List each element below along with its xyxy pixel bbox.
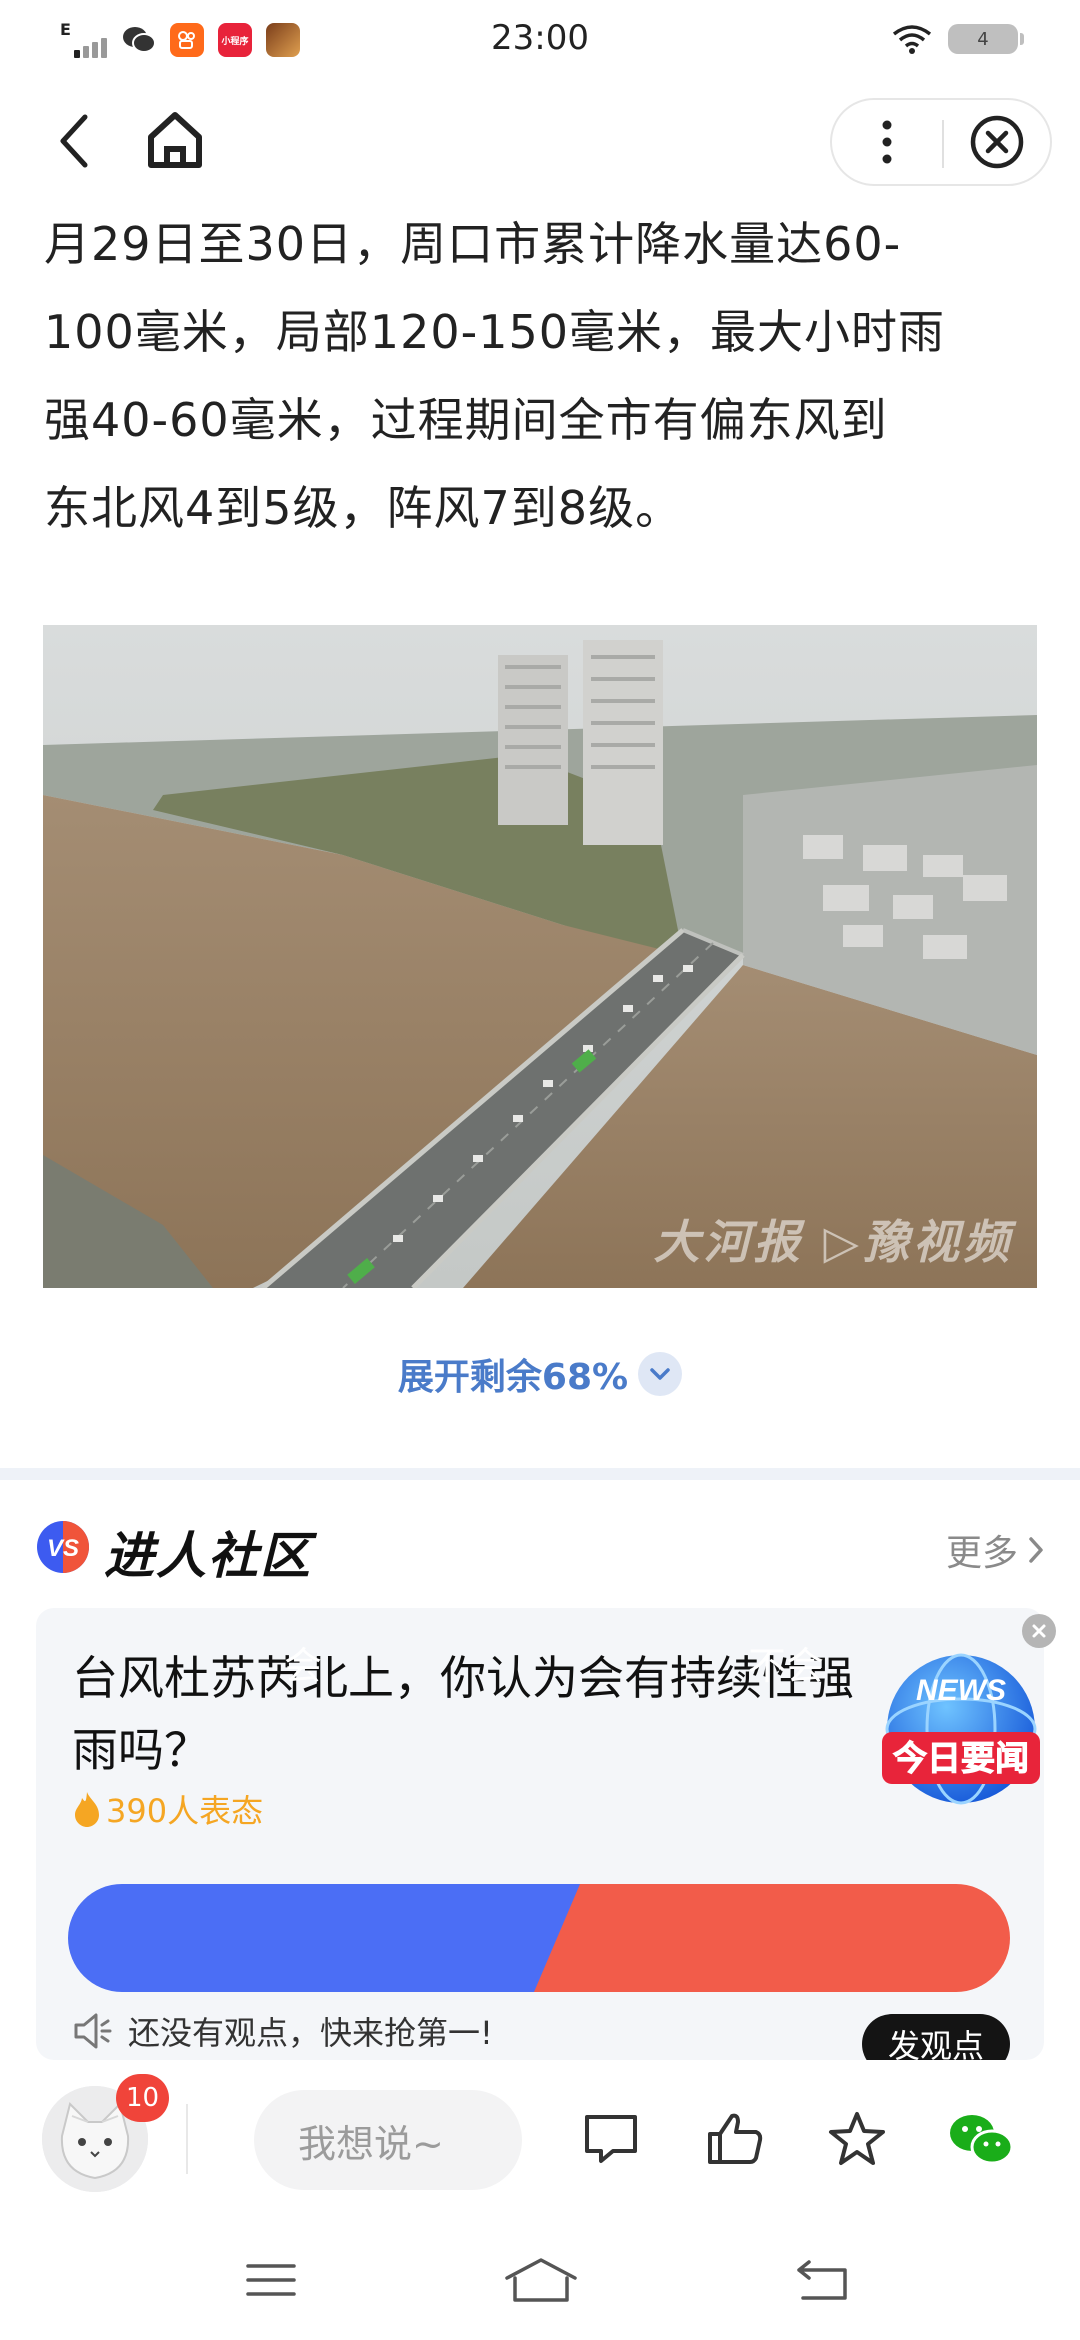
system-nav-bar (0, 2214, 1080, 2340)
expand-label: 展开剩余68% (397, 1357, 629, 1398)
status-right: 4 (892, 24, 1024, 54)
home-button[interactable] (140, 102, 210, 178)
wechat-icon (950, 2115, 1014, 2165)
article-photo[interactable]: 大河报 ▷豫视频 (43, 625, 1037, 1288)
back-button[interactable] (44, 108, 104, 174)
opinion-prompt: 还没有观点，快来抢第一! (72, 2008, 493, 2054)
news-badge[interactable]: NEWS 今日要闻 (880, 1648, 1042, 1810)
article-line: 100毫米，局部120-150毫米，最大小时雨 (44, 305, 945, 359)
article-body: 月29日至30日，周口市累计降水量达60- 100毫米，局部120-150毫米，… (44, 200, 1044, 552)
svg-text:VS: VS (47, 1535, 79, 1562)
article-line: 强40-60毫米，过程期间全市有偏东风到 (44, 393, 888, 447)
vote-yes-label: 会 (283, 1643, 322, 1688)
vote-yes-button[interactable] (68, 1884, 584, 1992)
poll-question-line: 雨吗？ (72, 1723, 210, 1777)
community-header: VS 进人社区 更多 (30, 1512, 1050, 1585)
participants-label: 390人表态 (106, 1792, 264, 1830)
article-line: 东北风4到5级，阵风7到8级。 (44, 481, 683, 535)
star-icon (829, 2112, 885, 2165)
chevron-left-icon (60, 114, 88, 168)
dismiss-badge-button[interactable] (1022, 1614, 1056, 1648)
chevron-down-icon (638, 1352, 683, 1396)
close-circle-icon (970, 115, 1024, 169)
notification-badge: 10 (116, 2074, 170, 2122)
comment-icon (585, 2115, 637, 2163)
favorite-button[interactable] (822, 2106, 892, 2172)
like-button[interactable] (700, 2106, 770, 2172)
bottom-divider (186, 2104, 188, 2174)
article-line: 月29日至30日，周口市累计降水量达60- (44, 217, 902, 271)
wechat-share-button[interactable] (946, 2106, 1016, 2172)
flood-bridge-photo (43, 625, 1037, 1288)
fire-icon (75, 1792, 99, 1827)
comment-button[interactable] (576, 2106, 646, 2172)
section-separator (0, 1468, 1080, 1480)
status-bar: E 小程序 23:00 4 (0, 0, 1080, 84)
vs-logo-icon: VS (37, 1521, 89, 1573)
nav-bar (0, 92, 1080, 192)
svg-text:NEWS: NEWS (916, 1674, 1006, 1707)
home-outline-icon (505, 2258, 577, 2302)
community-more-link[interactable]: 更多 (946, 1524, 1044, 1576)
like-icon (708, 2113, 763, 2164)
vote-no-button[interactable] (534, 1884, 1010, 1992)
close-button[interactable] (944, 100, 1050, 184)
bottom-action-bar: 10 我想说~ (0, 2064, 1080, 2214)
menu-icon (246, 2264, 296, 2296)
home-icon (148, 112, 202, 168)
megaphone-icon (74, 2013, 112, 2049)
more-button[interactable] (832, 100, 942, 184)
more-label: 更多 (945, 1533, 1018, 1574)
wifi-icon (892, 25, 932, 54)
news-globe-icon: NEWS 今日要闻 (882, 1653, 1040, 1805)
back-arrow-icon (797, 2260, 847, 2300)
post-opinion-button[interactable]: 发观点 (862, 2014, 1010, 2060)
comment-input[interactable]: 我想说~ (254, 2090, 522, 2190)
recents-button[interactable] (226, 2250, 316, 2310)
expand-more-button[interactable]: 展开剩余68% (0, 1348, 1080, 1400)
system-home-button[interactable] (496, 2250, 586, 2310)
chevron-right-icon (1029, 1537, 1043, 1563)
svg-text:今日要闻: 今日要闻 (893, 1739, 1029, 1779)
more-vertical-icon (882, 120, 892, 164)
community-title: 进人社区 (104, 1527, 312, 1585)
participants-count: 390人表态 (72, 1786, 263, 1832)
photo-watermark: 大河报 ▷豫视频 (653, 1215, 1013, 1269)
battery-indicator: 4 (948, 24, 1024, 54)
system-back-button[interactable] (778, 2250, 868, 2310)
close-icon (1032, 1624, 1046, 1638)
opinion-prompt-text: 还没有观点，快来抢第一! (128, 2014, 493, 2052)
mini-program-capsule (830, 98, 1052, 186)
